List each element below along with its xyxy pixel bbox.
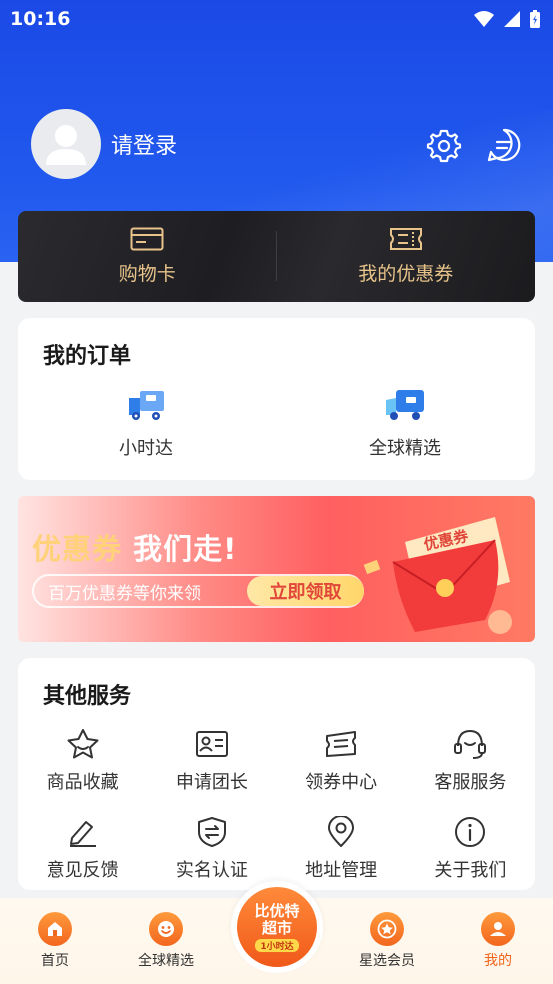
pencil-icon	[69, 821, 96, 847]
supermarket-name: 比优特	[254, 901, 300, 920]
services-grid: 商品收藏 申请团长 领券中心 客服服务 意见反馈 实名认证 地址管理 关于我们	[18, 728, 535, 882]
truck-fast-icon	[129, 391, 164, 420]
service-about-us[interactable]: 关于我们	[406, 816, 535, 882]
service-feedback[interactable]: 意见反馈	[18, 816, 147, 882]
service-apply-leader[interactable]: 申请团长	[147, 728, 276, 794]
shopping-card-button[interactable]: 购物卡	[18, 211, 277, 302]
login-link[interactable]: 请登录	[111, 128, 177, 160]
service-favorites-label: 商品收藏	[46, 772, 119, 793]
tab-star-member[interactable]: 星选会员	[342, 912, 432, 970]
smile-icon	[158, 921, 174, 937]
service-customer-support-label: 客服服务	[434, 772, 507, 793]
service-coupon-center-label: 领券中心	[305, 772, 378, 793]
banner-subtitle: 百万优惠券等你来领	[48, 583, 201, 604]
my-orders-card: 我的订单 小时达 全球精选	[18, 318, 535, 480]
default-avatar-icon	[46, 125, 86, 165]
supermarket-logo: 比优特 超市 1小时达	[237, 887, 317, 967]
status-icons	[473, 9, 541, 29]
service-coupon-center[interactable]: 领券中心	[277, 728, 406, 794]
supermarket-tagline: 1小时达	[255, 938, 299, 952]
star-icon	[67, 729, 99, 759]
other-services-card: 其他服务 商品收藏 申请团长 领券中心 客服服务 意见反馈 实名认证 地址管理 …	[18, 658, 535, 890]
tab-mine-badge	[481, 912, 515, 946]
banner-title-rest: 我们走!	[133, 532, 238, 566]
tab-global-badge	[149, 912, 183, 946]
location-pin-icon	[328, 816, 355, 847]
shield-icon	[197, 817, 226, 847]
settings-button[interactable]	[425, 126, 463, 164]
service-address-label: 地址管理	[305, 860, 378, 881]
service-favorites[interactable]: 商品收藏	[18, 728, 147, 794]
info-icon	[455, 817, 486, 847]
top-actions	[425, 126, 523, 164]
service-address-management[interactable]: 地址管理	[277, 816, 406, 882]
star-badge-icon	[377, 919, 397, 939]
home-icon	[48, 922, 62, 936]
ticket-icon	[389, 228, 422, 250]
services-title: 其他服务	[43, 684, 132, 709]
order-hourly-delivery[interactable]: 小时达	[86, 388, 206, 460]
messages-button[interactable]	[485, 126, 523, 164]
my-coupons-label: 我的优惠券	[358, 263, 454, 285]
coupon-icon	[326, 731, 357, 757]
red-envelope-illustration: 优惠券	[363, 517, 512, 634]
tab-supermarket[interactable]: 比优特 超市 1小时达	[231, 881, 323, 973]
signal-icon	[504, 11, 520, 27]
orders-title: 我的订单	[43, 344, 132, 369]
service-about-us-label: 关于我们	[434, 860, 507, 881]
order-global-select[interactable]: 全球精选	[345, 388, 465, 460]
tab-mine[interactable]: 我的	[453, 912, 543, 970]
tab-global-select[interactable]: 全球精选	[121, 912, 211, 970]
card-icon	[130, 227, 164, 251]
supermarket-type: 超市	[261, 918, 292, 937]
banner-title-highlight: 优惠券	[32, 532, 123, 566]
message-icon	[487, 128, 521, 162]
tab-home[interactable]: 首页	[10, 912, 100, 970]
delivery-truck-icon	[386, 390, 424, 420]
status-time: 10:16	[10, 8, 71, 30]
order-global-label: 全球精选	[369, 438, 441, 459]
tab-mine-label: 我的	[484, 953, 512, 969]
tab-global-label: 全球精选	[138, 953, 194, 969]
gear-icon	[426, 129, 462, 163]
my-coupons-button[interactable]: 我的优惠券	[277, 211, 536, 302]
profile-section[interactable]: 请登录	[31, 109, 177, 179]
bottom-tab-bar: 首页 全球精选 比优特 超市 1小时达 星选会员 我的	[0, 881, 553, 984]
tab-home-label: 首页	[41, 953, 69, 969]
service-real-name-label: 实名认证	[175, 860, 248, 881]
tab-member-badge	[370, 912, 404, 946]
tab-member-label: 星选会员	[359, 953, 415, 969]
service-customer-support[interactable]: 客服服务	[406, 728, 535, 794]
status-bar: 10:16	[0, 0, 553, 38]
coupon-banner[interactable]: 优惠券 我们走! 百万优惠券等你来领 立即领取 优惠券	[18, 496, 535, 642]
tab-home-badge	[38, 912, 72, 946]
banner-title: 优惠券 我们走!	[32, 526, 237, 568]
user-icon	[490, 922, 506, 936]
wifi-icon	[474, 11, 494, 27]
shopping-card-label: 购物卡	[118, 263, 176, 285]
id-card-icon	[195, 731, 228, 757]
service-apply-leader-label: 申请团长	[175, 772, 248, 793]
battery-icon	[530, 10, 540, 28]
service-real-name-auth[interactable]: 实名认证	[147, 816, 276, 882]
service-feedback-label: 意见反馈	[46, 860, 119, 881]
headset-icon	[454, 729, 487, 759]
avatar[interactable]	[31, 109, 101, 179]
quick-card-panel: 购物卡 我的优惠券	[18, 211, 535, 302]
order-hourly-label: 小时达	[119, 438, 173, 459]
